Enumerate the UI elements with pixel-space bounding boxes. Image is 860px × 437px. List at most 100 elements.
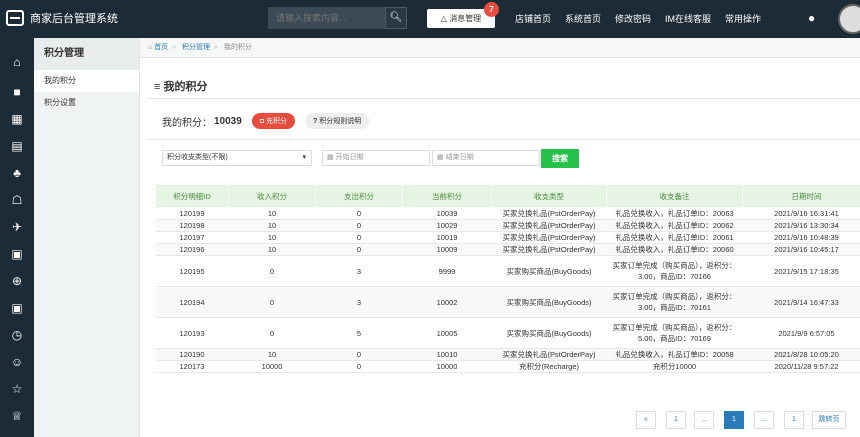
table-row[interactable]: 120190 10 0 10010 买家兑换礼品(PstOrderPay) 礼品兑换收入，… — [155, 348, 860, 361]
table-row[interactable]: 120195 0 3 9999 买家购买商品(BuyGoods) 买家订单完成（购买商品）… — [155, 255, 860, 287]
pager-page[interactable]: 1 — [666, 411, 686, 429]
cell: 2021/9/16 10:48:39 — [742, 231, 860, 244]
cell: 2021/9/14 16:47:33 — [742, 286, 860, 318]
type-select[interactable]: 积分收支类型(不限) ▾ — [162, 150, 312, 166]
cell: 买家兑换礼品(PstOrderPay) — [491, 348, 607, 361]
support-icon[interactable]: ⊕ — [0, 274, 34, 288]
home-icon[interactable]: ⌂ — [0, 55, 34, 69]
points-table: 积分明细ID 收入积分 支出积分 当前积分 收支类型 收支备注 日期时间 120… — [155, 184, 860, 373]
col-header[interactable]: 支出积分 — [315, 184, 403, 208]
end-date-input[interactable]: ▦ 结束日期 — [432, 150, 540, 166]
breadcrumb-current: 我的积分 — [223, 44, 252, 51]
cell: 10 — [228, 207, 316, 220]
top-nav: 店铺首页 系统首页 修改密码 IM在线客服 常用操作 — [515, 12, 775, 25]
page-title: ≡ 我的积分 — [154, 81, 208, 93]
col-header[interactable]: 收支类型 — [491, 184, 607, 208]
cell: 2021/9/16 10:45:17 — [742, 243, 860, 256]
nav-common-ops[interactable]: 常用操作 — [725, 12, 761, 25]
pager-page[interactable]: 1 — [784, 411, 804, 429]
cell: 2021/8/28 10:05:20 — [742, 348, 860, 361]
table-row[interactable]: 120173 10000 0 10000 充积分(Recharge) 充积分10000 20… — [155, 360, 860, 373]
card-icon[interactable]: ▤ — [0, 139, 34, 153]
nav-shop-home[interactable]: 店铺首页 — [515, 12, 551, 25]
cell: 10 — [228, 243, 316, 256]
trophy-icon[interactable]: ♕ — [0, 409, 34, 423]
col-header[interactable]: 收入积分 — [228, 184, 316, 208]
search-submit-button[interactable]: 搜索 — [541, 149, 579, 168]
pager-page-current[interactable]: 1 — [724, 411, 744, 429]
cell: 10029 — [402, 219, 492, 232]
table-row[interactable]: 120193 0 5 10005 买家购买商品(BuyGoods) 买家订单完成（购买商品… — [155, 317, 860, 349]
users-icon[interactable]: ☺ — [0, 355, 34, 369]
cell: 买家兑换礼品(PstOrderPay) — [491, 243, 607, 256]
brand[interactable]: 商家后台管理系统 — [6, 10, 118, 26]
nav-change-password[interactable]: 修改密码 — [615, 12, 651, 25]
cell: 充积分(Recharge) — [491, 360, 607, 373]
pager-jump[interactable]: 跳转页 — [812, 411, 846, 429]
cell: 0 — [228, 286, 316, 318]
calendar-icon: ▦ — [437, 154, 444, 161]
money-icon[interactable]: ▣ — [0, 301, 34, 315]
search-icon: 🔍︎ — [389, 12, 403, 23]
cell: 2021/9/9 6:57:05 — [742, 317, 860, 349]
pager-prev[interactable]: « — [636, 411, 656, 429]
breadcrumb-home[interactable]: 首页 — [154, 44, 168, 51]
breadcrumb-section[interactable]: 积分管理 — [182, 44, 210, 51]
cell: 120190 — [155, 348, 229, 361]
app-logo-icon — [6, 10, 24, 26]
cell: 10000 — [402, 360, 492, 373]
cell: 礼品兑换收入，礼品订单ID：20058 — [606, 348, 743, 361]
home-small-icon: ⌂ — [148, 44, 153, 51]
chat-icon[interactable]: ● — [808, 11, 815, 25]
truck-icon[interactable]: ■ — [0, 85, 34, 99]
pager-ellipsis: ... — [754, 411, 774, 429]
bell-icon: △ — [440, 14, 447, 23]
col-header[interactable]: 日期时间 — [742, 184, 860, 208]
sidebar-item-my-points[interactable]: 我的积分 — [34, 70, 139, 92]
cell: 2021/9/15 17:18:35 — [742, 255, 860, 287]
icon-sidebar: ⌂ ■ ▦ ▤ ♣ ☖ ✈ ▣ ⊕ ▣ ◷ ☺ ☆ ♕ — [0, 38, 34, 437]
search-input[interactable] — [268, 7, 385, 29]
rules-button[interactable]: ? 积分规则说明 — [305, 113, 370, 129]
cell: 10002 — [402, 286, 492, 318]
cell: 买家兑换礼品(PstOrderPay) — [491, 207, 607, 220]
gift-icon[interactable]: ▣ — [0, 247, 34, 261]
qrcode-icon[interactable]: ▦ — [0, 112, 34, 126]
table-row[interactable]: 120198 10 0 10029 买家兑换礼品(PstOrderPay) 礼品兑换收入，… — [155, 219, 860, 232]
table-row[interactable]: 120196 10 0 10009 买家兑换礼品(PstOrderPay) 礼品兑换收入，… — [155, 243, 860, 256]
nav-system-home[interactable]: 系统首页 — [565, 12, 601, 25]
nav-im-service[interactable]: IM在线客服 — [665, 12, 711, 25]
star-icon[interactable]: ☆ — [0, 382, 34, 396]
start-date-input[interactable]: ▦ 开始日期 — [322, 150, 430, 166]
cell: 10039 — [402, 207, 492, 220]
cell: 120193 — [155, 317, 229, 349]
breadcrumb: ⌂ 首页» 积分管理» 我的积分 — [140, 38, 860, 58]
plane-icon[interactable]: ✈ — [0, 220, 34, 234]
cell: 120197 — [155, 231, 229, 244]
cell: 2021/9/16 16:31:41 — [742, 207, 860, 220]
table-row[interactable]: 120194 0 3 10002 买家购买商品(BuyGoods) 买家订单完成（购买商品… — [155, 286, 860, 318]
cell: 0 — [315, 207, 403, 220]
calendar-icon: ▦ — [327, 154, 334, 161]
cell: 5 — [315, 317, 403, 349]
points-summary: 我的积分： 10039 ◘ 充积分 ? 积分规则说明 — [162, 113, 370, 129]
cubes-icon[interactable]: ♣ — [0, 166, 34, 180]
sidebar-item-points-settings[interactable]: 积分设置 — [34, 92, 139, 114]
col-header[interactable]: 当前积分 — [402, 184, 492, 208]
recharge-button[interactable]: ◘ 充积分 — [251, 113, 295, 129]
cell: 0 — [315, 360, 403, 373]
cell: 0 — [315, 231, 403, 244]
col-header[interactable]: 收支备注 — [606, 184, 743, 208]
cell: 10 — [228, 219, 316, 232]
table-row[interactable]: 120197 10 0 10019 买家兑换礼品(PstOrderPay) 礼品兑换收入，… — [155, 231, 860, 244]
search-button[interactable]: 🔍︎ — [385, 7, 407, 29]
cell: 120198 — [155, 219, 229, 232]
cell: 0 — [228, 255, 316, 287]
caret-down-icon: ▾ — [302, 154, 306, 161]
col-header[interactable]: 积分明细ID — [155, 184, 229, 208]
clock-icon[interactable]: ◷ — [0, 328, 34, 342]
message-count-badge: 7 — [484, 2, 499, 17]
table-row[interactable]: 120199 10 0 10039 买家兑换礼品(PstOrderPay) 礼品兑换收入，… — [155, 207, 860, 220]
avatar[interactable] — [838, 4, 860, 34]
bank-icon[interactable]: ☖ — [0, 193, 34, 207]
